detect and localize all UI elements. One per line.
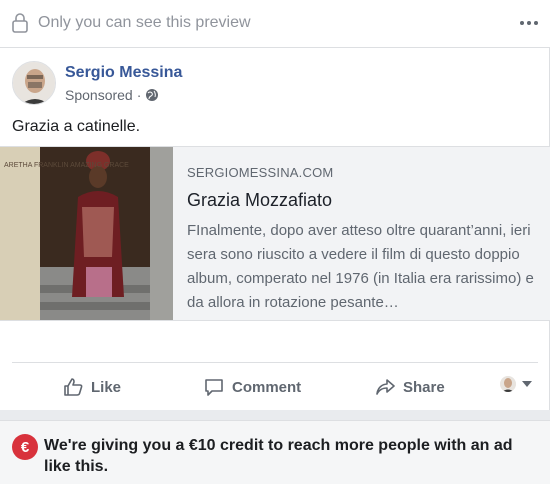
lock-icon (12, 13, 28, 33)
share-icon (376, 379, 395, 395)
post-header: Sergio Messina Sponsored · (0, 48, 550, 110)
link-description: FInalmente, dopo aver atteso oltre quara… (187, 222, 534, 311)
divider (12, 362, 538, 363)
preview-notice-bar: Only you can see this preview (0, 0, 550, 48)
caret-down-icon (522, 381, 532, 387)
ad-preview-card: Only you can see this preview Sergio Mes… (0, 0, 550, 410)
link-preview[interactable]: ARETHA FRANKLIN AMAZING GRACE SERGIOMESS… (0, 146, 550, 321)
like-button[interactable]: Like (63, 373, 121, 401)
action-bar: Like Comment Share (0, 366, 550, 408)
post-text: Grazia a catinelle. (12, 118, 141, 135)
comment-button[interactable]: Comment (204, 373, 301, 401)
link-domain: SERGIOMESSINA.COM (187, 165, 334, 180)
sponsored-label: Sponsored (65, 87, 133, 103)
author-name-link[interactable]: Sergio Messina (65, 64, 182, 82)
link-title[interactable]: Grazia Mozzafiato (187, 190, 537, 211)
credit-text: We're giving you a €10 credit to reach m… (44, 437, 513, 475)
ad-credit-banner[interactable]: € We're giving you a €10 credit to reach… (0, 420, 550, 484)
album-cover-text: ARETHA FRANKLIN AMAZING GRACE (4, 162, 129, 169)
link-meta: SERGIOMESSINA.COM Grazia Mozzafiato FIna… (187, 165, 537, 315)
share-label: Share (403, 378, 445, 396)
like-label: Like (91, 378, 122, 396)
share-button[interactable]: Share (375, 373, 445, 401)
euro-icon: € (12, 434, 38, 460)
comment-label: Comment (232, 378, 302, 396)
small-avatar (500, 376, 516, 392)
audience-selector[interactable] (500, 376, 532, 392)
sponsored-row: Sponsored · (65, 87, 159, 103)
separator-dot: · (136, 87, 142, 103)
avatar[interactable] (12, 61, 56, 105)
preview-notice-text: Only you can see this preview (38, 14, 251, 31)
link-thumbnail: ARETHA FRANKLIN AMAZING GRACE (0, 147, 173, 320)
globe-icon[interactable] (145, 88, 159, 102)
like-icon (64, 378, 83, 396)
more-icon[interactable] (518, 14, 540, 32)
comment-icon (205, 379, 223, 396)
